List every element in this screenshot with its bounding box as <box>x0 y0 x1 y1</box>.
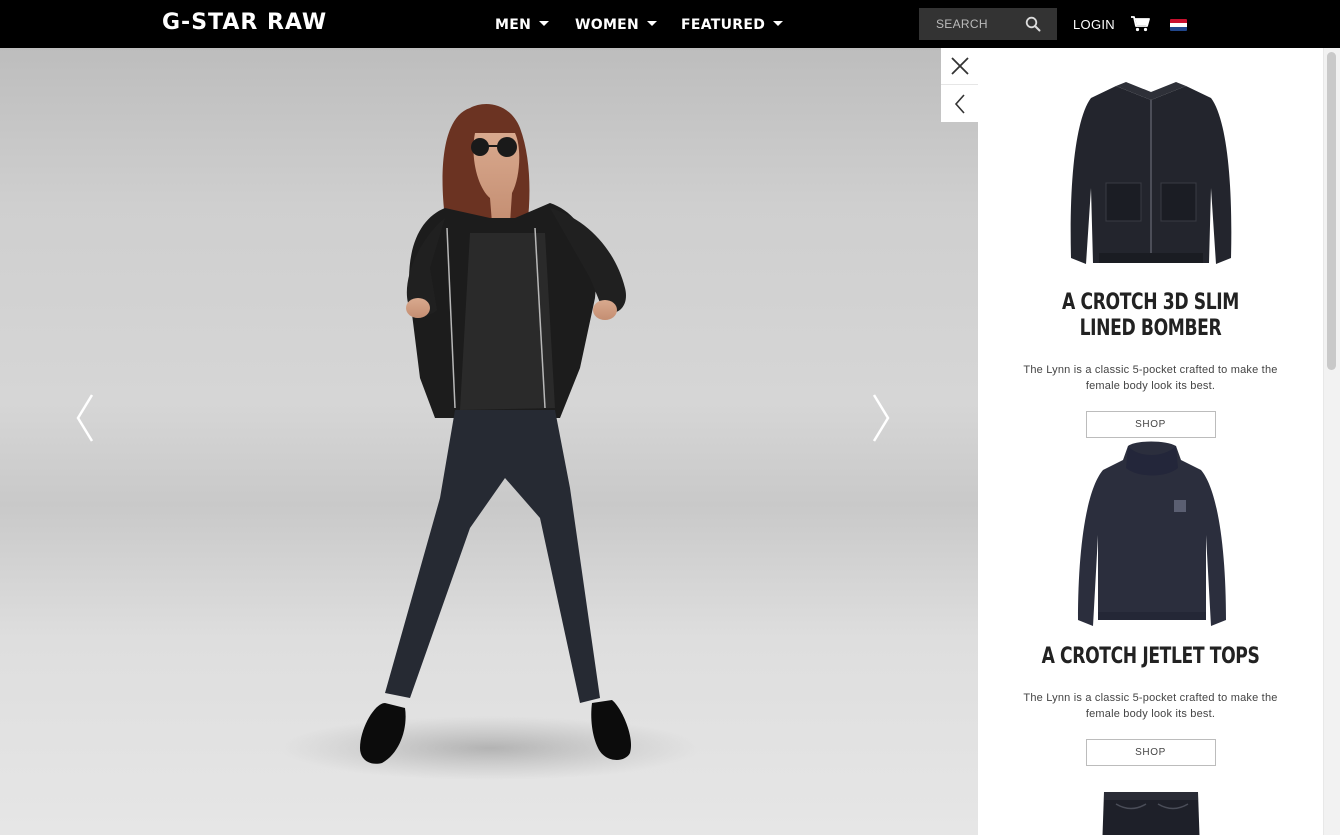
scrollbar-thumb[interactable] <box>1327 52 1336 370</box>
search-box <box>919 8 1057 40</box>
back-panel-button[interactable] <box>941 85 978 122</box>
search-input[interactable] <box>936 17 1026 31</box>
search-icon[interactable] <box>1025 16 1041 32</box>
nav-item-women[interactable]: WOMEN <box>575 15 658 35</box>
product-card: A CROTCH JETLET TOPS The Lynn is a class… <box>978 440 1323 766</box>
top-navigation-bar: G-STAR RAW MEN WOMEN FEATURED LOGIN <box>0 0 1340 48</box>
nav-item-men[interactable]: MEN <box>495 15 550 35</box>
product-description: The Lynn is a classic 5-pocket crafted t… <box>1023 692 1278 720</box>
close-panel-button[interactable] <box>941 48 978 85</box>
sweater-image[interactable] <box>1066 440 1236 632</box>
nav-item-label: MEN <box>495 17 532 33</box>
caret-down-icon <box>773 20 784 26</box>
chevron-left-icon <box>954 93 965 114</box>
product-title-line1: A CROTCH 3D SLIM <box>1062 290 1239 315</box>
product-title: A CROTCH JETLET TOPS <box>1041 644 1260 669</box>
nav-item-featured[interactable]: FEATURED <box>681 15 784 35</box>
chevron-right-icon[interactable] <box>870 393 892 443</box>
hero-model-image <box>0 48 978 835</box>
brand-logo[interactable]: G-STAR RAW <box>162 11 327 35</box>
shop-button[interactable]: SHOP <box>1085 739 1216 766</box>
nav-item-label: WOMEN <box>575 17 640 33</box>
caret-down-icon <box>647 20 658 26</box>
caret-down-icon <box>539 20 550 26</box>
bomber-jacket-image[interactable] <box>1061 78 1241 274</box>
jeans-image[interactable] <box>1096 790 1206 835</box>
login-link[interactable]: LOGIN <box>1073 17 1115 32</box>
cart-icon[interactable] <box>1131 16 1151 32</box>
close-icon <box>950 57 969 75</box>
chevron-left-icon[interactable] <box>74 393 96 443</box>
panel-scrollbar[interactable] <box>1323 48 1340 835</box>
netherlands-flag-icon[interactable] <box>1170 19 1187 31</box>
product-panel: A CROTCH 3D SLIM LINED BOMBER The Lynn i… <box>978 48 1340 835</box>
product-description: The Lynn is a classic 5-pocket crafted t… <box>1023 364 1278 392</box>
nav-item-label: FEATURED <box>681 17 766 33</box>
product-card <box>978 790 1323 835</box>
shop-button[interactable]: SHOP <box>1085 411 1216 438</box>
product-title-line2: LINED BOMBER <box>1079 316 1222 341</box>
product-card: A CROTCH 3D SLIM LINED BOMBER The Lynn i… <box>978 78 1323 438</box>
model-photo <box>280 104 700 780</box>
